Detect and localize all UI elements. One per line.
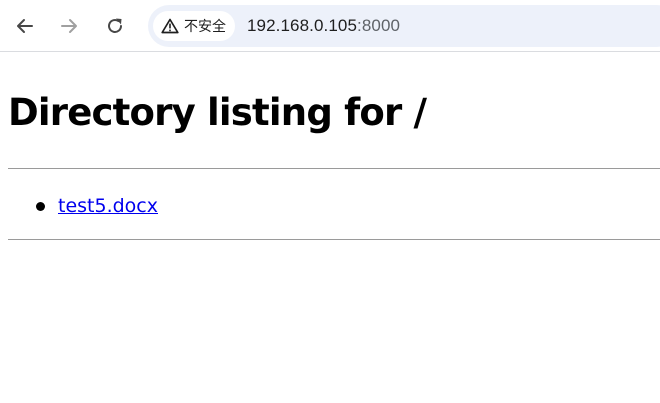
browser-toolbar: 不安全 192.168.0.105:8000: [0, 0, 660, 52]
page-title: Directory listing for /: [8, 91, 427, 134]
file-list: test5.docx: [0, 192, 158, 220]
forward-button[interactable]: [53, 10, 85, 42]
url-text[interactable]: 192.168.0.105:8000: [247, 16, 400, 36]
security-indicator[interactable]: 不安全: [153, 11, 235, 41]
security-label: 不安全: [184, 19, 226, 35]
reload-icon: [105, 16, 125, 36]
arrow-right-icon: [59, 16, 79, 36]
bullet: [36, 202, 45, 211]
arrow-left-icon: [15, 16, 35, 36]
back-button[interactable]: [9, 10, 41, 42]
list-item: test5.docx: [0, 192, 158, 220]
reload-button[interactable]: [99, 10, 131, 42]
divider-bottom: [8, 239, 660, 240]
divider-top: [8, 168, 660, 169]
url-port: :8000: [357, 16, 401, 35]
url-host: 192.168.0.105: [247, 16, 358, 35]
address-bar[interactable]: 不安全 192.168.0.105:8000: [148, 5, 660, 47]
file-link[interactable]: test5.docx: [58, 195, 158, 217]
warning-triangle-icon: [161, 18, 179, 34]
